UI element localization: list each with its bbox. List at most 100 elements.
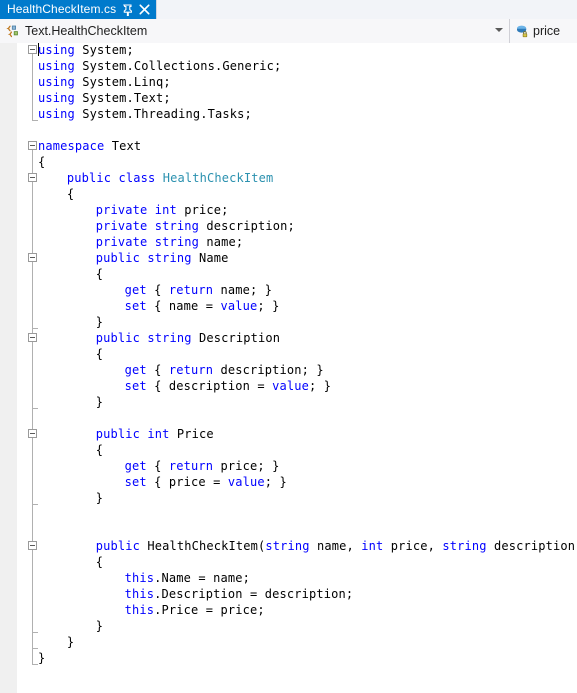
code-line-9: public class HealthCheckItem (67, 170, 274, 186)
close-icon[interactable] (139, 4, 150, 15)
code-token: { (66, 187, 75, 201)
code-token: System.Collections.Generic; (74, 59, 282, 73)
code-token: } (38, 651, 46, 665)
fold-toggle-icon[interactable] (28, 141, 37, 150)
class-namespace-icon (4, 24, 19, 39)
fold-toggle-icon[interactable] (28, 541, 37, 550)
code-token: value (227, 475, 265, 489)
code-token: ; } (309, 379, 332, 393)
type-scope-dropdown[interactable]: Text.HealthCheckItem (0, 19, 510, 43)
code-token: description; (199, 219, 295, 233)
code-token: set (124, 475, 147, 489)
code-line-5: using System.Threading.Tasks; (38, 106, 252, 122)
code-line-35: this.Description = description; (125, 586, 354, 602)
code-token: using (38, 91, 75, 105)
code-token: description) (486, 539, 577, 553)
code-token: this (124, 603, 155, 617)
code-line-2: using System.Collections.Generic; (38, 58, 281, 74)
document-tab-healthcheckitem[interactable]: HealthCheckItem.cs (0, 0, 157, 19)
code-token: Description (191, 331, 281, 345)
code-token: Text (104, 139, 142, 153)
code-token: Price (169, 427, 214, 441)
code-token: private string (95, 219, 199, 233)
outline-span-guide (32, 436, 33, 504)
fold-toggle-icon[interactable] (28, 333, 37, 342)
code-token: using (38, 75, 75, 89)
code-token: public (95, 539, 140, 553)
outlining-margin[interactable] (17, 43, 38, 693)
code-token: this (124, 587, 155, 601)
tab-strip-empty-area (156, 0, 577, 19)
code-line-8: { (38, 154, 45, 170)
code-token: { (146, 363, 169, 377)
code-line-33: { (96, 554, 103, 570)
code-line-28: set { price = value; } (125, 474, 287, 490)
code-token: description; } (213, 363, 324, 377)
code-line-22: set { description = value; } (125, 378, 332, 394)
code-token: name, (309, 539, 362, 553)
code-token: HealthCheckItem (162, 171, 274, 185)
code-line-12: private string description; (96, 218, 295, 234)
code-token: name; (199, 235, 244, 249)
member-scope-dropdown[interactable]: price (510, 19, 577, 43)
outline-span-guide (32, 52, 33, 120)
code-token: price; } (213, 459, 280, 473)
code-token: string (442, 539, 487, 553)
code-token: System.Threading.Tasks; (74, 107, 252, 121)
code-token: .Price = price; (154, 603, 265, 617)
code-token: { (95, 267, 104, 281)
code-token: price, (383, 539, 443, 553)
fold-toggle-icon[interactable] (28, 429, 37, 438)
code-token: string (265, 539, 310, 553)
code-token: get (124, 363, 147, 377)
code-line-32: public HealthCheckItem(string name, int … (96, 538, 577, 554)
code-token: value (272, 379, 309, 393)
code-token: { (95, 555, 104, 569)
code-token: private int (95, 203, 177, 217)
code-token: using (38, 107, 75, 121)
code-token: } (95, 619, 104, 633)
code-token: Name (191, 251, 229, 265)
code-line-36: this.Price = price; (125, 602, 265, 618)
code-line-4: using System.Text; (38, 90, 171, 106)
code-token: return (168, 283, 214, 297)
document-tab-strip: HealthCheckItem.cs (0, 0, 577, 20)
private-field-icon (515, 24, 529, 38)
code-editor-surface[interactable]: using System; using System.Collections.Ge… (0, 43, 577, 693)
code-line-1: using System; (38, 43, 134, 58)
code-line-38: } (67, 634, 74, 650)
code-line-17: set { name = value; } (125, 298, 280, 314)
code-line-15: { (96, 266, 103, 282)
code-token: } (66, 635, 75, 649)
fold-toggle-icon[interactable] (28, 45, 37, 54)
code-token: .Description = description; (154, 587, 354, 601)
code-line-21: get { return description; } (125, 362, 324, 378)
code-line-19: public string Description (96, 330, 280, 346)
fold-toggle-icon[interactable] (28, 253, 37, 262)
navigation-bar: Text.HealthCheckItem price (0, 19, 577, 44)
chevron-down-icon[interactable] (495, 28, 503, 32)
code-line-23: } (96, 394, 103, 410)
code-token: private string (95, 235, 199, 249)
code-text-area[interactable]: using System; using System.Collections.Ge… (38, 43, 577, 693)
code-token: public int (95, 427, 170, 441)
code-token: HealthCheckItem( (140, 539, 266, 553)
code-line-3: using System.Linq; (38, 74, 171, 90)
code-line-29: } (96, 490, 103, 506)
pin-icon[interactable] (122, 3, 133, 16)
code-token: } (95, 315, 104, 329)
code-token: this (124, 571, 155, 585)
fold-toggle-icon[interactable] (28, 173, 37, 182)
code-token: ; } (257, 299, 280, 313)
selection-margin[interactable] (0, 43, 18, 693)
code-token: namespace (38, 139, 105, 153)
code-line-37: } (96, 618, 103, 634)
code-line-26: { (96, 442, 103, 458)
code-token: set (124, 379, 147, 393)
code-token: System; (74, 43, 134, 57)
code-token: name; } (213, 283, 273, 297)
code-line-27: get { return price; } (125, 458, 280, 474)
code-token: public class (66, 171, 163, 185)
code-token: get (124, 283, 147, 297)
code-token: } (95, 395, 104, 409)
